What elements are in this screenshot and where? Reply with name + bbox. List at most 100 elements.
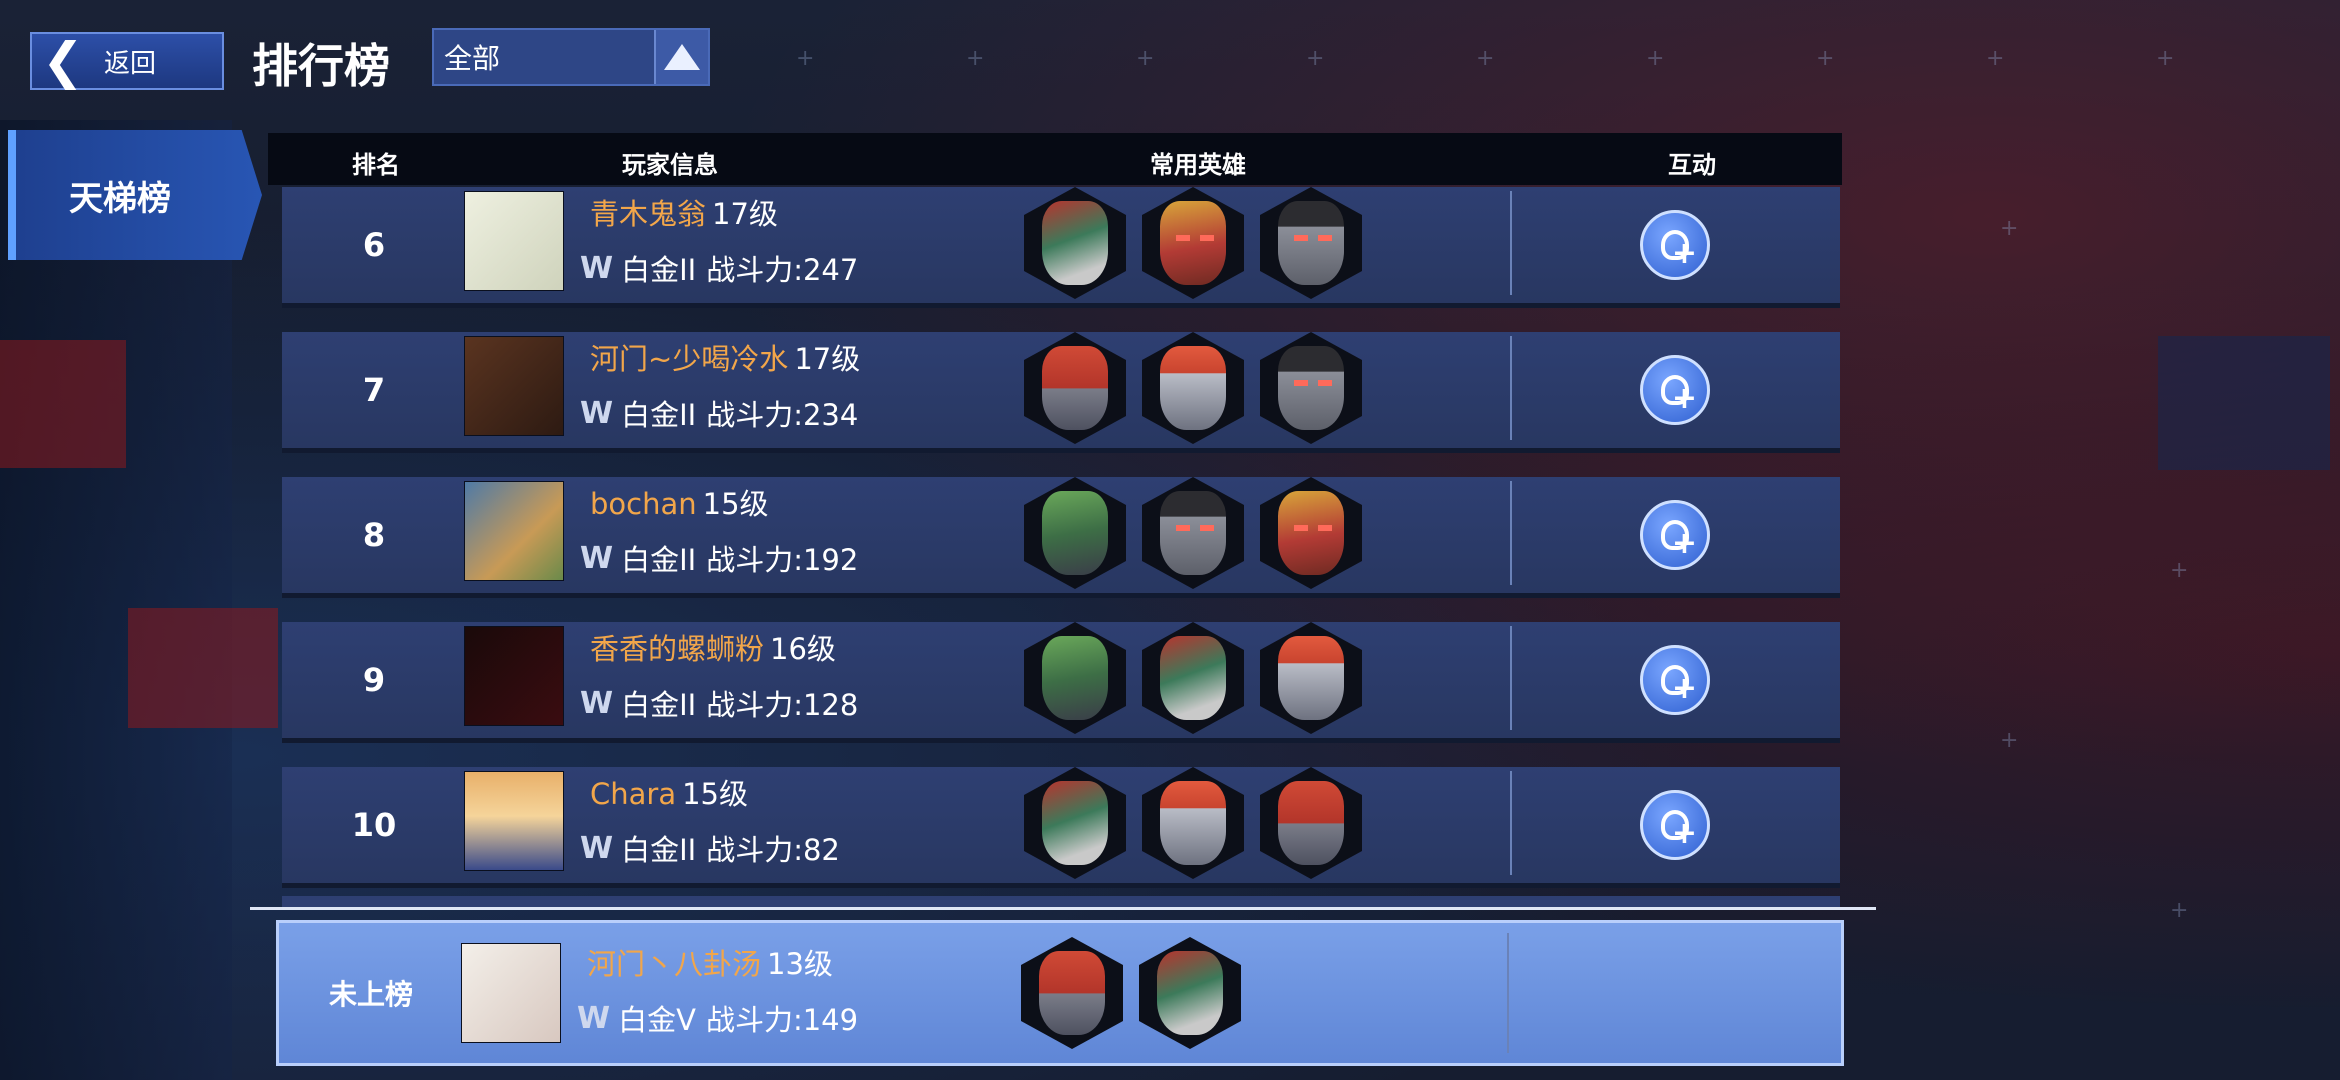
column-divider [1510, 336, 1512, 440]
rank-text: 6 [362, 226, 386, 264]
table-row[interactable]: 9 香香的螺蛳粉 16级 W 白金II 战斗力:128 + [282, 622, 1840, 743]
filter-dropdown[interactable]: 全部 [432, 28, 710, 86]
rank-text: 9 [362, 661, 386, 699]
robot-head-green-icon[interactable] [1024, 477, 1126, 589]
table-header: 排名 玩家信息 常用英雄 互动 [268, 133, 1842, 185]
background-cross-mark: + [1476, 46, 1495, 71]
player-level: 16级 [770, 632, 836, 666]
player-name[interactable]: Chara [590, 777, 676, 811]
robot-head-fedora-icon[interactable] [1142, 477, 1244, 589]
rank-text: 8 [362, 516, 386, 554]
plus-icon: + [1671, 671, 1697, 706]
hero-portrait [1278, 636, 1344, 720]
tier-label: 白金II [621, 398, 697, 432]
player-name[interactable]: 河门~少喝冷水 [590, 342, 788, 376]
background-cross-mark: + [2170, 898, 2189, 923]
background-cross-mark: + [2000, 216, 2019, 241]
avatar[interactable] [464, 626, 564, 726]
hero-portrait [1160, 491, 1226, 575]
hero-portrait [1160, 781, 1226, 865]
add-friend-button[interactable]: + [1640, 500, 1710, 570]
player-level: 15级 [702, 487, 769, 521]
filter-value: 全部 [444, 42, 501, 75]
robot-head-fedora-icon[interactable] [1260, 187, 1362, 299]
player-stats-line: W 白金II 战斗力:247 [580, 247, 858, 289]
hero-portrait [1042, 491, 1108, 575]
table-row[interactable]: 7 河门~少喝冷水 17级 W 白金II 战斗力:234 + [282, 332, 1840, 453]
table-row[interactable]: 8 bochan 15级 W 白金II 战斗力:192 + [282, 477, 1840, 598]
add-friend-button[interactable]: + [1640, 355, 1710, 425]
avatar[interactable] [464, 336, 564, 436]
robot-head-striped-icon[interactable] [1139, 937, 1241, 1049]
avatar[interactable] [464, 771, 564, 871]
player-name[interactable]: 香香的螺蛳粉 [590, 632, 764, 666]
background-cross-mark: + [796, 46, 815, 71]
add-friend-button[interactable]: + [1640, 790, 1710, 860]
avatar[interactable] [464, 481, 564, 581]
robot-head-striped-icon[interactable] [1142, 622, 1244, 734]
player-stats-line: W 白金II 战斗力:82 [580, 827, 840, 869]
background-cross-mark: + [2156, 46, 2175, 71]
hero-portrait [1042, 636, 1108, 720]
hero-portrait [1278, 781, 1344, 865]
plus-icon: + [1671, 526, 1697, 561]
hero-portrait [1278, 201, 1344, 285]
player-name[interactable]: 青木鬼翁 [590, 197, 706, 231]
player-stats-line: W 白金V 战斗力:149 [577, 997, 858, 1039]
player-name[interactable]: 河门丶八卦汤 [587, 947, 761, 981]
player-stats-line: W 白金II 战斗力:192 [580, 537, 858, 579]
hero-eye [1294, 380, 1308, 386]
dropdown-toggle[interactable] [654, 30, 708, 84]
robot-head-cap-icon[interactable] [1260, 622, 1362, 734]
tier-label: 白金II [621, 833, 697, 867]
background-cross-mark: + [1136, 46, 1155, 71]
column-divider [1510, 481, 1512, 585]
back-button[interactable]: ❮ 返回 [30, 32, 224, 90]
power-label: 战斗力:247 [706, 253, 859, 287]
background-decoration [0, 340, 126, 468]
player-stats-line: W 白金II 战斗力:234 [580, 392, 858, 434]
robot-head-striped-icon[interactable] [1024, 767, 1126, 879]
hero-eye [1318, 525, 1332, 531]
table-row[interactable]: 6 青木鬼翁 17级 W 白金II 战斗力:247 + [282, 187, 1840, 308]
left-panel-background [0, 120, 232, 1080]
plus-icon: + [1671, 816, 1697, 851]
rank-text: 10 [351, 806, 397, 844]
hero-portrait [1278, 491, 1344, 575]
player-name-line: 河门丶八卦汤 13级 [587, 941, 833, 983]
hero-eye [1176, 525, 1190, 531]
robot-head-striped-icon[interactable] [1024, 187, 1126, 299]
robot-head-cap-icon[interactable] [1142, 332, 1244, 444]
player-name[interactable]: bochan [590, 487, 697, 521]
wings-badge-icon: W [580, 395, 614, 431]
background-cross-mark: + [1986, 46, 2005, 71]
table-row[interactable]: 10 Chara 15级 W 白金II 战斗力:82 + [282, 767, 1840, 888]
background-cross-mark: + [1646, 46, 1665, 71]
column-divider [1510, 191, 1512, 295]
robot-head-red-icon[interactable] [1021, 937, 1123, 1049]
hero-portrait [1039, 951, 1105, 1035]
robot-head-gold-icon[interactable] [1142, 187, 1244, 299]
wings-badge-icon: W [580, 830, 614, 866]
robot-head-red-icon[interactable] [1024, 332, 1126, 444]
add-friend-button[interactable]: + [1640, 210, 1710, 280]
robot-head-cap-icon[interactable] [1142, 767, 1244, 879]
wings-badge-icon: W [580, 250, 614, 286]
tab-ladder[interactable]: 天梯榜 [8, 130, 262, 260]
player-level: 17级 [712, 197, 778, 231]
robot-head-fedora-icon[interactable] [1260, 332, 1362, 444]
avatar[interactable] [461, 943, 561, 1043]
active-tab-indicator [8, 130, 16, 260]
avatar[interactable] [464, 191, 564, 291]
hero-portrait [1042, 201, 1108, 285]
robot-head-gold-icon[interactable] [1260, 477, 1362, 589]
player-level: 17级 [794, 342, 861, 376]
add-friend-button[interactable]: + [1640, 645, 1710, 715]
column-divider [1507, 933, 1509, 1053]
plus-icon: + [1671, 236, 1697, 271]
column-divider [1510, 626, 1512, 730]
my-rank-row[interactable]: 未上榜 河门丶八卦汤 13级 W 白金V 战斗力:149 [276, 920, 1844, 1066]
player-name-line: 青木鬼翁 17级 [590, 191, 778, 233]
robot-head-red-icon[interactable] [1260, 767, 1362, 879]
robot-head-green-icon[interactable] [1024, 622, 1126, 734]
